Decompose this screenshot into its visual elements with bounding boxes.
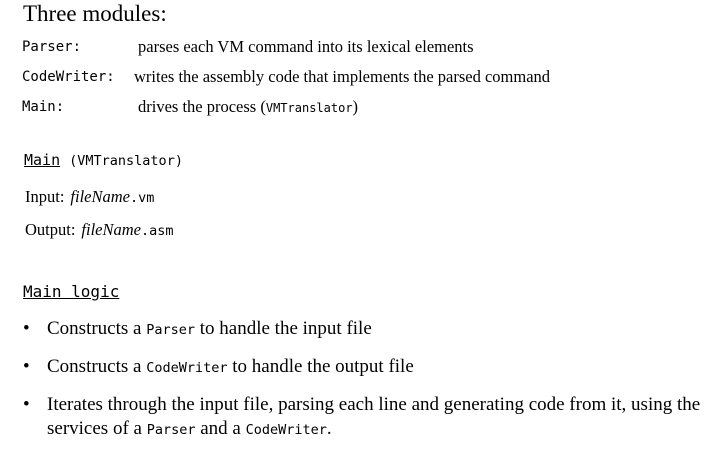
module-name: Main: <box>22 99 65 115</box>
input-label: Input: <box>25 187 65 206</box>
module-row-parser: Parser: parses each VM command into its … <box>22 35 474 59</box>
text-segment: Constructs a <box>47 318 147 339</box>
logic-heading: Main logic <box>23 282 120 301</box>
module-name: Parser: <box>22 39 82 55</box>
module-description: drives the process (VMTranslator) <box>138 95 358 120</box>
bullet-icon: • <box>23 394 30 415</box>
module-description-text: drives the process ( <box>138 97 266 116</box>
output-extension: .asm <box>141 223 174 239</box>
list-item-text: Constructs a Parser to handle the input … <box>47 317 707 342</box>
code-segment: Parser <box>146 322 195 338</box>
input-extension: .vm <box>130 190 155 206</box>
bullet-icon: • <box>23 356 30 377</box>
text-segment: Iterates through the input file, parsing… <box>47 394 701 439</box>
module-name: CodeWriter: <box>22 69 115 85</box>
page-title: Three modules: <box>23 1 167 26</box>
list-item-text: Iterates through the input file, parsing… <box>47 393 707 442</box>
text-segment: Constructs a <box>47 356 147 377</box>
module-description: parses each VM command into its lexical … <box>138 37 474 56</box>
module-description: writes the assembly code that implements… <box>134 67 551 86</box>
main-section-heading: Main (VMTranslator) <box>24 149 183 172</box>
text-segment: to handle the output file <box>227 356 414 377</box>
list-item-text: Constructs a CodeWriter to handle the ou… <box>47 355 707 380</box>
module-row-main: Main: drives the process (VMTranslator) <box>22 95 358 119</box>
output-line: Output: fileName.asm <box>25 219 174 242</box>
bullet-icon: • <box>23 318 30 339</box>
text-segment: . <box>326 418 332 439</box>
code-segment: CodeWriter <box>245 422 327 438</box>
input-line: Input: fileName.vm <box>25 186 154 209</box>
text-segment: to handle the input file <box>195 318 372 339</box>
module-description-close: ) <box>352 97 359 116</box>
text-segment: and a <box>195 418 246 439</box>
input-filename: fileName <box>70 187 130 206</box>
code-segment: Parser <box>146 422 196 438</box>
code-segment: CodeWriter <box>146 360 228 376</box>
main-heading-label: Main <box>24 151 61 169</box>
output-filename: fileName <box>81 220 141 239</box>
module-description-code: VMTranslator <box>265 101 353 115</box>
output-label: Output: <box>25 220 76 239</box>
module-row-codewriter: CodeWriter: writes the assembly code tha… <box>22 65 550 89</box>
main-heading-paren: (VMTranslator) <box>69 153 183 169</box>
